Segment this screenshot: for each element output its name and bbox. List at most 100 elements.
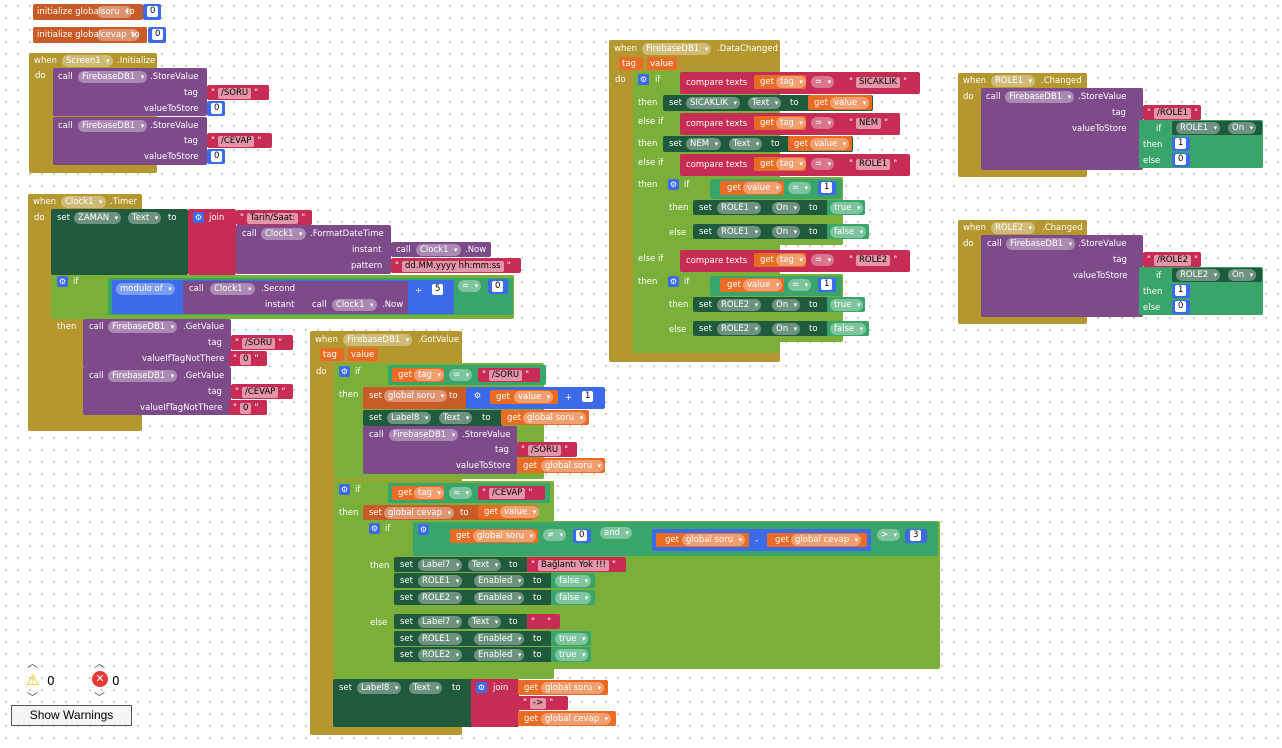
property-dropdown[interactable]: Enabled	[474, 592, 525, 604]
var-dropdown[interactable]: tag	[776, 158, 806, 170]
warn-up-arrow[interactable]: ︿	[27, 655, 38, 671]
num-value[interactable]: 1	[1175, 285, 1187, 296]
property-dropdown[interactable]: On	[1228, 269, 1257, 281]
eq-dropdown[interactable]: =	[449, 487, 473, 499]
screen1-dropdown[interactable]: Screen1	[62, 55, 113, 67]
clock1-dropdown[interactable]: Clock1	[61, 196, 106, 208]
var-dropdown[interactable]: tag	[414, 487, 444, 499]
var-dropdown[interactable]: global soru	[682, 534, 746, 546]
component-dropdown[interactable]: ROLE1	[418, 575, 463, 587]
component-dropdown[interactable]: ZAMAN	[74, 212, 122, 224]
eq-dropdown[interactable]: =	[811, 117, 835, 129]
gt-dropdown[interactable]: >	[877, 529, 901, 541]
firebase-dropdown[interactable]: FirebaseDB1	[108, 321, 178, 333]
text-value[interactable]: /SORU	[481, 369, 530, 381]
firebase-dropdown[interactable]: FirebaseDB1	[1006, 238, 1076, 250]
num-value[interactable]: 1	[1175, 138, 1187, 149]
text-value[interactable]	[530, 616, 552, 628]
property-dropdown[interactable]: Text	[468, 559, 502, 571]
component-dropdown[interactable]: Label8	[357, 682, 402, 694]
property-dropdown[interactable]: On	[1228, 122, 1257, 134]
component-dropdown[interactable]: ROLE1	[991, 75, 1036, 87]
gear-icon[interactable]: ⚙	[57, 276, 68, 287]
var-dropdown[interactable]: global cevap	[791, 534, 862, 546]
gear-icon[interactable]: ⚙	[339, 484, 350, 495]
component-dropdown[interactable]: ROLE1	[717, 226, 762, 238]
clock1-dropdown[interactable]: Clock1	[416, 244, 461, 256]
eq-dropdown[interactable]: =	[811, 158, 835, 170]
neq-dropdown[interactable]: ≠	[543, 529, 567, 541]
eq-dropdown[interactable]: =	[449, 369, 473, 381]
show-warnings-button[interactable]: Show Warnings	[11, 705, 132, 726]
component-dropdown[interactable]: Label7	[418, 559, 463, 571]
var-dropdown[interactable]: value	[743, 182, 783, 194]
property-dropdown[interactable]: Text	[729, 138, 763, 150]
bool-dropdown[interactable]: false	[555, 592, 592, 604]
bool-dropdown[interactable]: true	[830, 202, 864, 214]
text-value[interactable]: 0	[232, 353, 259, 365]
var-dropdown[interactable]: tag	[776, 117, 806, 129]
gear-icon[interactable]: ⚙	[476, 682, 487, 693]
gear-icon[interactable]: ⚙	[339, 366, 350, 377]
num-value[interactable]: 1	[582, 391, 594, 402]
property-dropdown[interactable]: Enabled	[474, 575, 525, 587]
property-dropdown[interactable]: Text	[409, 682, 443, 694]
bool-dropdown[interactable]: true	[555, 649, 589, 661]
gear-icon[interactable]: ⚙	[369, 523, 380, 534]
text-value[interactable]: 0	[232, 402, 259, 414]
num-value[interactable]: 0	[576, 530, 588, 541]
text-value[interactable]: ->	[522, 697, 554, 709]
num-value[interactable]: 0	[1175, 154, 1187, 165]
firebase-dropdown[interactable]: FirebaseDB1	[108, 370, 178, 382]
var-dropdown[interactable]: value	[810, 138, 850, 150]
warn-down-arrow[interactable]: ﹀	[27, 689, 38, 705]
component-dropdown[interactable]: ROLE2	[717, 323, 762, 335]
gear-icon[interactable]: ⚙	[193, 212, 204, 223]
var-dropdown[interactable]: tag	[776, 254, 806, 266]
eq-dropdown[interactable]: =	[458, 280, 482, 292]
clock1-dropdown[interactable]: Clock1	[332, 299, 377, 311]
var-dropdown[interactable]: value	[514, 391, 554, 403]
text-value[interactable]: SICAKLIK	[848, 76, 908, 88]
component-dropdown[interactable]: ROLE1	[717, 202, 762, 214]
text-value[interactable]: ROLE2	[848, 254, 898, 266]
component-dropdown[interactable]: ROLE2	[991, 222, 1036, 234]
component-dropdown[interactable]: ROLE2	[717, 299, 762, 311]
component-dropdown[interactable]: ROLE2	[1176, 269, 1221, 281]
eq-dropdown[interactable]: =	[811, 254, 835, 266]
property-dropdown[interactable]: Enabled	[474, 649, 525, 661]
num-value[interactable]: 0	[1175, 301, 1187, 312]
component-dropdown[interactable]: ROLE2	[418, 649, 463, 661]
gear-icon[interactable]: ⚙	[472, 390, 483, 401]
num-value[interactable]: 0	[211, 103, 223, 114]
var-dropdown[interactable]: global cevap	[541, 713, 612, 725]
num-value[interactable]: 0	[147, 6, 159, 17]
text-value[interactable]: /ROLE2	[1146, 254, 1199, 266]
component-dropdown[interactable]: SICAKLIK	[686, 97, 741, 109]
bool-dropdown[interactable]: false	[555, 575, 592, 587]
text-value[interactable]: /CEVAP	[210, 135, 262, 147]
var-dropdown[interactable]: tag	[776, 76, 806, 88]
num-value[interactable]: 1	[821, 182, 833, 193]
firebase-dropdown[interactable]: FirebaseDB1	[78, 71, 148, 83]
text-value[interactable]: /SORU	[234, 337, 283, 349]
firebase-dropdown[interactable]: FirebaseDB1	[1005, 91, 1075, 103]
num-value[interactable]: 5	[432, 284, 444, 295]
num-value[interactable]: 0	[152, 29, 164, 40]
clock1-dropdown[interactable]: Clock1	[261, 228, 306, 240]
property-dropdown[interactable]: On	[772, 323, 801, 335]
clock1-dropdown[interactable]: Clock1	[210, 283, 255, 295]
var-dropdown[interactable]: value	[830, 97, 870, 109]
num-value[interactable]: 0	[211, 151, 223, 162]
component-dropdown[interactable]: ROLE2	[418, 592, 463, 604]
property-dropdown[interactable]: Text	[468, 616, 502, 628]
error-down-arrow[interactable]: ﹀	[94, 689, 105, 705]
property-dropdown[interactable]: On	[772, 226, 801, 238]
var-dropdown[interactable]: global cevap	[384, 507, 455, 519]
var-dropdown[interactable]: global soru	[523, 412, 587, 424]
var-dropdown[interactable]: value	[743, 279, 783, 291]
text-value[interactable]: /ROLE1	[1146, 107, 1199, 119]
var-dropdown[interactable]: global soru	[541, 682, 605, 694]
modulo-dropdown[interactable]: modulo of	[116, 283, 175, 295]
gear-icon[interactable]: ⚙	[418, 524, 429, 535]
